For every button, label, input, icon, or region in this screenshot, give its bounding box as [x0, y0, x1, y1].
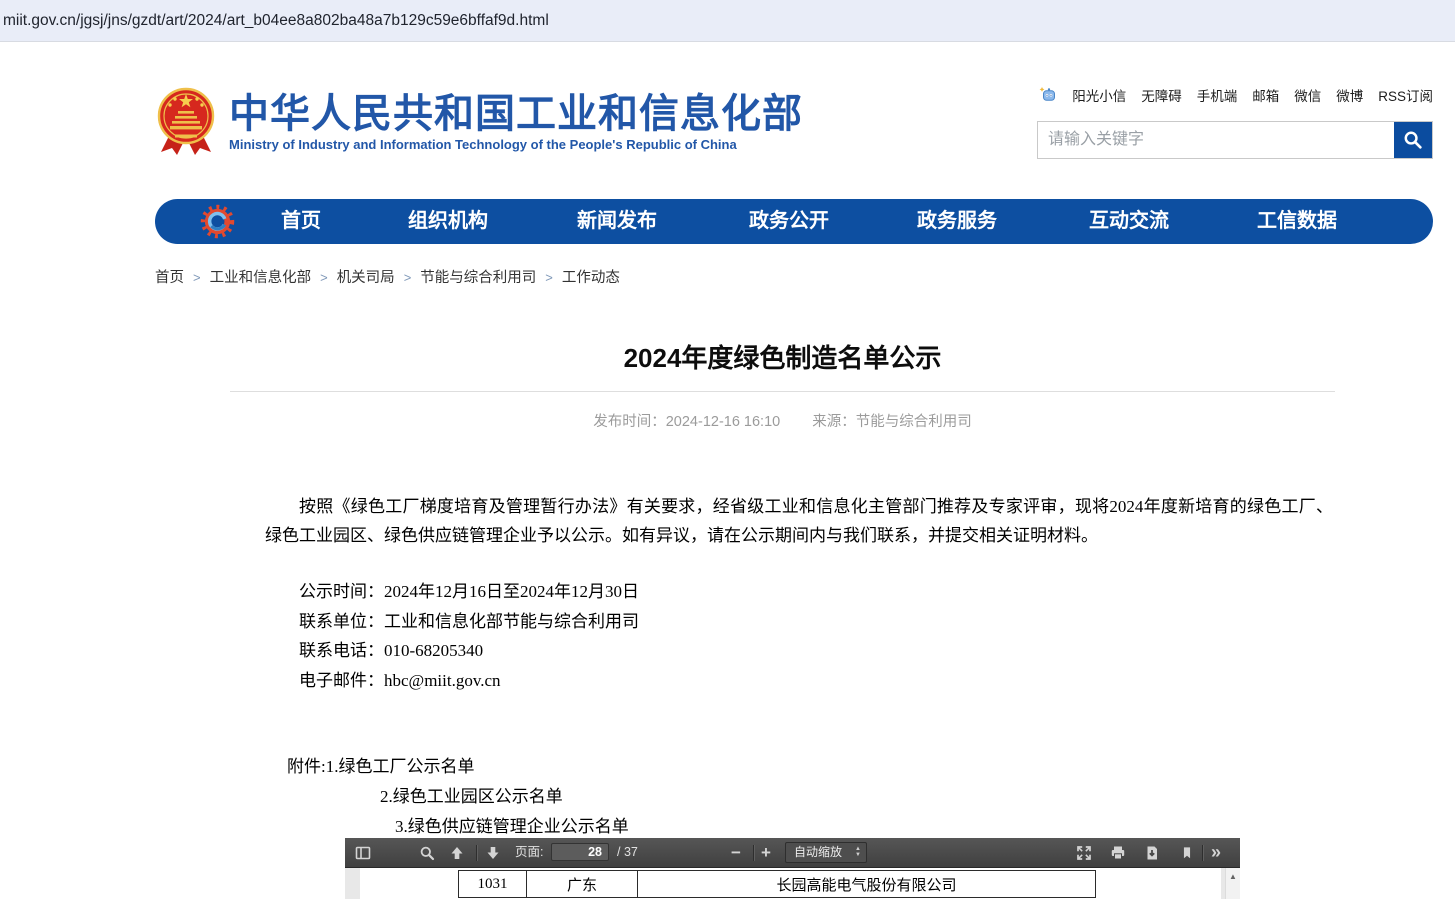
print-button[interactable]	[1110, 845, 1126, 861]
article-meta: 发布时间：2024-12-16 16:10 来源：节能与综合利用司	[230, 410, 1335, 431]
nav-item-interaction[interactable]: 互动交流	[1089, 199, 1169, 244]
quick-link-sunshine-assistant[interactable]: 阳光小信	[1072, 85, 1126, 105]
breadcrumb-separator: >	[404, 270, 412, 285]
breadcrumb-miit[interactable]: 工业和信息化部	[210, 270, 312, 286]
quick-link-accessibility[interactable]: 无障碍	[1141, 85, 1182, 105]
quick-link-weibo[interactable]: 微博	[1336, 85, 1363, 105]
toolbar-separator	[753, 845, 754, 861]
quick-link-mobile[interactable]: 手机端	[1197, 85, 1238, 105]
sidebar-toggle-button[interactable]	[355, 845, 371, 861]
breadcrumb-separator: >	[320, 270, 328, 285]
arrow-up-icon	[449, 845, 465, 861]
breadcrumb-separator: >	[193, 270, 201, 285]
breadcrumb-energy-dept[interactable]: 节能与综合利用司	[420, 270, 536, 286]
nav-item-industry-data[interactable]: 工信数据	[1257, 199, 1337, 244]
bookmark-icon	[1180, 846, 1194, 860]
search-button[interactable]	[1394, 122, 1432, 158]
nav-item-home[interactable]: 首页	[281, 199, 321, 244]
search-icon	[1403, 130, 1423, 150]
quick-link-mail[interactable]: 邮箱	[1252, 85, 1279, 105]
pdf-page-area: 1031 广东 长园高能电气股份有限公司 ▲	[345, 868, 1240, 899]
zoom-in-button[interactable]: +	[761, 838, 771, 867]
breadcrumb-separator: >	[545, 270, 553, 285]
nav-item-gov-services[interactable]: 政务服务	[917, 199, 997, 244]
pdf-cell-number: 1031	[459, 871, 527, 897]
info-contact-email: 电子邮件：hbc@miit.gov.cn	[265, 666, 1333, 696]
sidebar-toggle-icon	[355, 845, 371, 861]
zoom-mode-value: 自动缩放	[794, 845, 842, 859]
article-source: 来源：节能与综合利用司	[812, 414, 972, 430]
attachment-2: 2.绿色工业园区公示名单	[265, 782, 1333, 812]
page-label: 页面:	[515, 838, 543, 867]
info-contact-phone: 联系电话：010-68205340	[265, 636, 1333, 666]
breadcrumb-work-updates: 工作动态	[562, 270, 620, 286]
scrollbar-up-icon[interactable]: ▲	[1226, 873, 1240, 881]
quick-link-wechat[interactable]: 微信	[1294, 85, 1321, 105]
pdf-cell-company: 长园高能电气股份有限公司	[638, 871, 1095, 897]
nav-item-organization[interactable]: 组织机构	[408, 199, 488, 244]
nav-item-news[interactable]: 新闻发布	[577, 199, 657, 244]
breadcrumb-departments[interactable]: 机关司局	[337, 270, 395, 286]
main-nav-bar: 首页 组织机构 新闻发布 政务公开 政务服务 互动交流 工信数据	[155, 199, 1433, 244]
page-up-button[interactable]	[449, 845, 465, 861]
header-quick-links: 阳光小信 无障碍 手机端 邮箱 微信 微博 RSS订阅	[1039, 85, 1433, 105]
select-arrows-icon: ▲ ▼	[855, 846, 861, 858]
zoom-mode-select[interactable]: 自动缩放 ▲ ▼	[785, 842, 867, 863]
site-title: 中华人民共和国工业和信息化部	[229, 94, 803, 134]
zoom-out-button[interactable]: −	[731, 838, 741, 867]
title-divider	[230, 391, 1335, 392]
pdf-cell-province: 广东	[527, 871, 638, 897]
article-paragraph: 按照《绿色工厂梯度培育及管理暂行办法》有关要求，经省级工业和信息化主管部门推荐及…	[265, 492, 1333, 550]
find-button[interactable]	[419, 845, 435, 861]
article-attachments: 附件:1.绿色工厂公示名单 2.绿色工业园区公示名单 3.绿色供应链管理企业公示…	[265, 752, 1333, 842]
breadcrumb-home[interactable]: 首页	[155, 270, 184, 286]
print-icon	[1110, 845, 1126, 861]
quick-link-rss[interactable]: RSS订阅	[1378, 85, 1433, 105]
page-number-input[interactable]	[551, 843, 609, 861]
info-contact-unit: 联系单位：工业和信息化部节能与综合利用司	[265, 607, 1333, 637]
breadcrumb: 首页 > 工业和信息化部 > 机关司局 > 节能与综合利用司 > 工作动态	[155, 266, 620, 287]
pdf-viewer: 页面: / 37 − + 自动缩放 ▲ ▼	[345, 838, 1240, 899]
download-button[interactable]	[1144, 845, 1160, 861]
nav-item-gov-disclosure[interactable]: 政务公开	[749, 199, 829, 244]
bookmark-button[interactable]	[1180, 846, 1194, 860]
toolbar-separator	[1202, 845, 1203, 861]
presentation-mode-button[interactable]	[1076, 845, 1092, 861]
miit-gear-logo-icon	[200, 204, 235, 239]
download-icon	[1144, 845, 1160, 861]
pdf-table-row: 1031 广东 长园高能电气股份有限公司	[458, 870, 1096, 898]
pdf-scrollbar[interactable]: ▲	[1225, 868, 1240, 899]
find-icon	[419, 845, 435, 861]
more-tools-button[interactable]: »	[1211, 838, 1221, 867]
info-public-period: 公示时间：2024年12月16日至2024年12月30日	[265, 577, 1333, 607]
toolbar-separator	[476, 845, 477, 861]
article-title: 2024年度绿色制造名单公示	[230, 338, 1335, 375]
assistant-robot-icon	[1039, 86, 1057, 104]
page-count-label: / 37	[617, 838, 638, 867]
pdf-toolbar: 页面: / 37 − + 自动缩放 ▲ ▼	[345, 838, 1240, 868]
search-input[interactable]	[1038, 122, 1394, 158]
fullscreen-icon	[1076, 845, 1092, 861]
attachment-1: 附件:1.绿色工厂公示名单	[265, 752, 1333, 782]
national-emblem-logo	[155, 86, 217, 158]
site-subtitle: Ministry of Industry and Information Tec…	[229, 137, 737, 152]
page-down-button[interactable]	[485, 845, 501, 861]
arrow-down-icon	[485, 845, 501, 861]
browser-url-bar[interactable]: miit.gov.cn/jgsj/jns/gzdt/art/2024/art_b…	[0, 0, 1455, 42]
site-search	[1037, 121, 1433, 159]
article-contact-info: 公示时间：2024年12月16日至2024年12月30日 联系单位：工业和信息化…	[265, 577, 1333, 695]
publish-time: 发布时间：2024-12-16 16:10	[593, 414, 780, 430]
